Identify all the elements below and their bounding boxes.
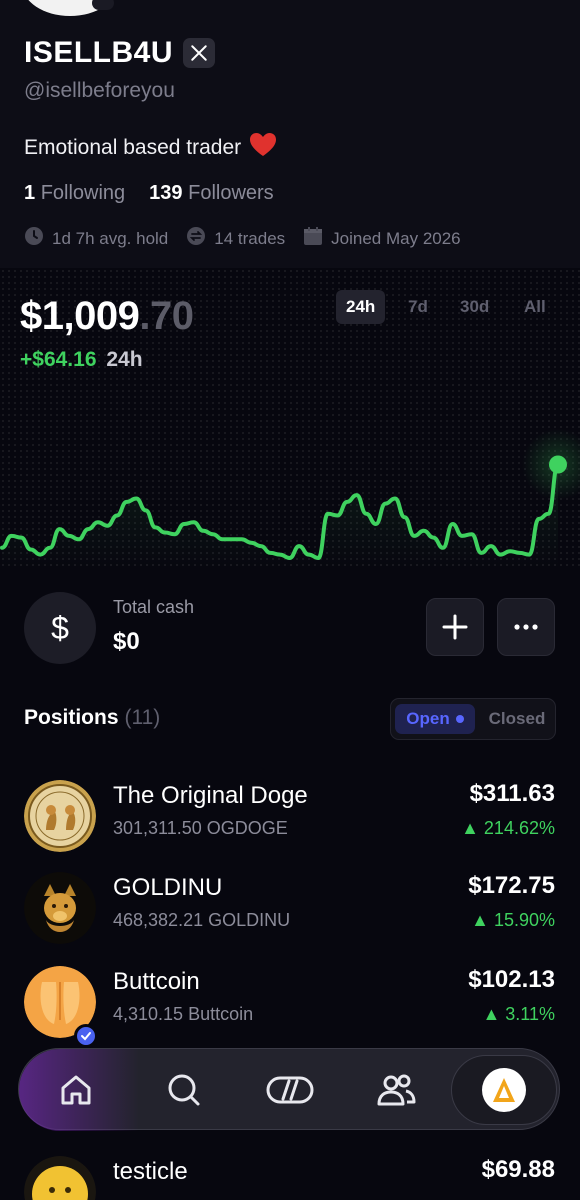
portfolio-balance: $1,009.70 <box>20 294 194 339</box>
portfolio-chart-section: $1,009.70 +$64.16 24h 24h 7d 30d All <box>0 268 580 568</box>
bio-text: Emotional based trader <box>24 136 242 159</box>
nav-trade[interactable] <box>263 1063 317 1117</box>
balance-main: $1,009 <box>20 294 140 338</box>
people-icon <box>377 1074 416 1106</box>
joined-stat: Joined May 2026 <box>303 226 461 251</box>
profile-header: ISELLB4U @isellbeforeyou Emotional based… <box>0 0 580 268</box>
balance-cents: .70 <box>139 294 194 338</box>
chart-endpoint-dot <box>549 455 567 474</box>
goldinu-token-logo <box>24 872 96 944</box>
positions-toggle: Open Closed <box>390 698 556 740</box>
positions-title: Positions <box>24 706 119 729</box>
clock-icon <box>24 226 44 251</box>
x-logo-icon[interactable] <box>183 38 216 68</box>
nav-home[interactable] <box>49 1063 103 1117</box>
position-name: The Original Doge <box>113 782 308 809</box>
nav-search[interactable] <box>157 1063 211 1117</box>
heart-icon <box>249 132 277 164</box>
testicle-token-logo <box>24 1156 96 1200</box>
position-amount: 301,311.50 OGDOGE <box>113 818 288 838</box>
followers-link[interactable]: 139 Followers <box>149 182 274 205</box>
timeframe-7d[interactable]: 7d <box>398 290 438 324</box>
position-amount: 468,382.21 GOLDINU <box>113 910 291 930</box>
following-label: Following <box>40 182 126 204</box>
calendar-icon <box>303 226 323 251</box>
position-name: testicle <box>113 1158 188 1185</box>
avg-hold-text: 1d 7h avg. hold <box>52 228 169 248</box>
verified-badge-icon <box>74 1024 98 1048</box>
tab-open-label: Open <box>406 709 450 728</box>
profile-handle: @isellbeforeyou <box>24 79 175 102</box>
joined-text: Joined May 2026 <box>331 228 461 248</box>
trades-stat: 14 trades <box>186 226 285 251</box>
position-change: ▲ 214.62% <box>461 818 555 838</box>
timeframe-24h[interactable]: 24h <box>336 290 386 324</box>
avg-hold-stat: 1d 7h avg. hold <box>24 226 168 251</box>
position-value: $102.13 <box>468 966 555 993</box>
chart-area-fill <box>2 464 558 568</box>
nav-profile[interactable] <box>451 1055 557 1125</box>
trader-stats: 1d 7h avg. hold 14 trades Joined May 202… <box>24 226 461 251</box>
following-count: 1 <box>24 182 36 204</box>
avatar-badge <box>92 0 114 10</box>
profile-avatar <box>482 1068 526 1112</box>
position-value: $69.88 <box>481 1156 555 1183</box>
position-row[interactable]: testicle $69.88 <box>0 1148 580 1200</box>
profile-logo-icon <box>493 1078 515 1102</box>
name-row: ISELLB4U <box>24 36 216 70</box>
swap-icon <box>186 226 206 251</box>
position-row[interactable]: GOLDINU 468,382.21 GOLDINU $172.75 ▲ 15.… <box>0 864 580 954</box>
positions-count: (11) <box>124 706 161 729</box>
total-cash-label: Total cash <box>113 597 195 617</box>
position-row[interactable]: Buttcoin 4,310.15 Buttcoin $102.13 ▲ 3.1… <box>0 958 580 1048</box>
position-name: GOLDINU <box>113 874 223 901</box>
tab-open[interactable]: Open <box>395 704 475 734</box>
position-amount: 4,310.15 Buttcoin <box>113 1004 254 1024</box>
bottom-nav <box>18 1048 560 1131</box>
positions-header: Positions (11) <box>24 706 160 730</box>
nav-people[interactable] <box>369 1063 423 1117</box>
position-change: ▲ 15.90% <box>471 910 555 930</box>
plus-icon <box>442 614 468 640</box>
profile-name: ISELLB4U <box>24 36 174 69</box>
position-row[interactable]: The Original Doge 301,311.50 OGDOGE $311… <box>0 772 580 862</box>
position-value: $311.63 <box>469 780 555 807</box>
open-indicator-dot <box>455 715 464 723</box>
trades-text: 14 trades <box>214 228 286 248</box>
profile-bio: Emotional based trader <box>24 132 277 164</box>
ogdoge-token-logo <box>24 780 96 852</box>
trade-icon <box>266 1076 314 1104</box>
position-value: $172.75 <box>468 872 555 899</box>
more-dots-icon <box>514 624 538 630</box>
dollar-icon: $ <box>24 592 96 664</box>
followers-count: 139 <box>149 182 183 204</box>
position-name: Buttcoin <box>113 968 200 995</box>
tab-closed[interactable]: Closed <box>483 704 551 734</box>
add-button[interactable] <box>426 598 484 656</box>
follow-stats: 1 Following 139 Followers <box>24 182 274 205</box>
timeframe-all[interactable]: All <box>514 290 556 324</box>
timeframe-30d[interactable]: 30d <box>450 290 499 324</box>
dollar-symbol: $ <box>51 609 69 646</box>
portfolio-line-chart[interactable] <box>0 368 580 568</box>
total-cash-value: $0 <box>113 628 140 655</box>
more-button[interactable] <box>497 598 555 656</box>
search-icon <box>168 1074 200 1106</box>
position-change: ▲ 3.11% <box>482 1004 555 1024</box>
followers-label: Followers <box>188 182 274 204</box>
home-icon <box>61 1075 91 1105</box>
following-link[interactable]: 1 Following <box>24 182 125 205</box>
